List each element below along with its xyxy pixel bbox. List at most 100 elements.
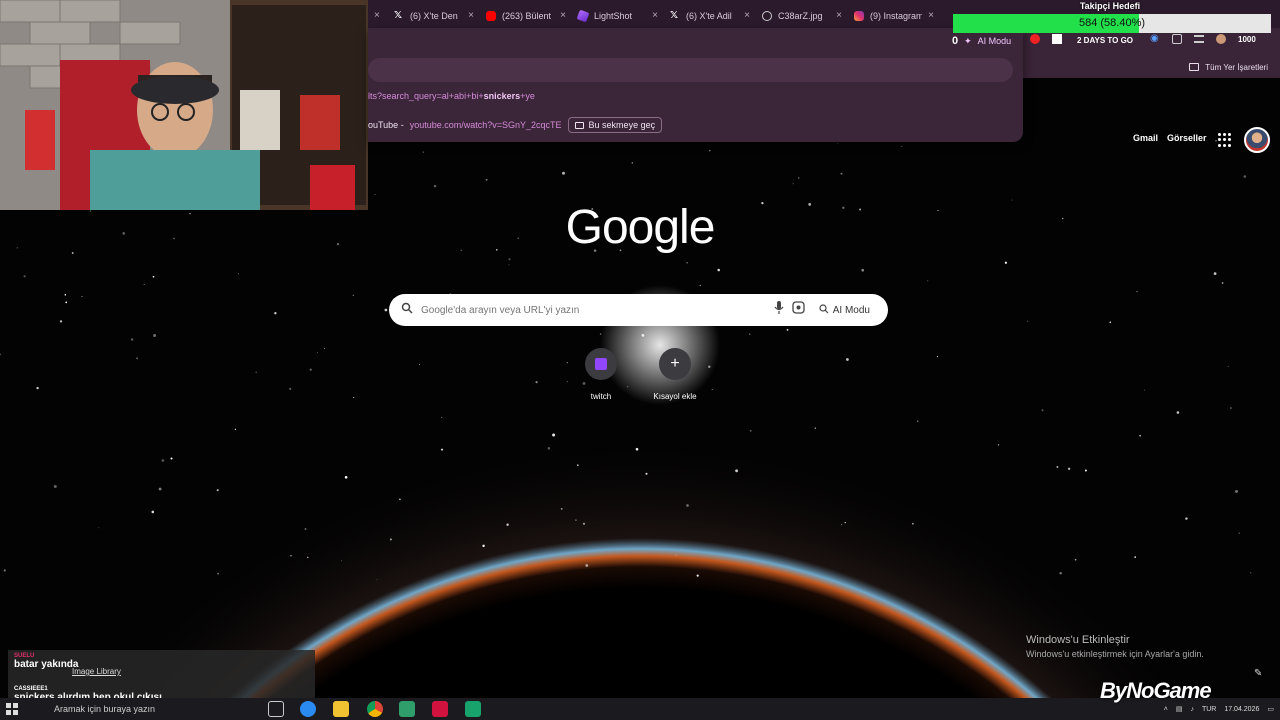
audio-icon[interactable]: ◉ bbox=[1150, 34, 1160, 44]
star bbox=[307, 556, 309, 559]
app-icon-blue[interactable] bbox=[300, 701, 316, 717]
star bbox=[560, 508, 563, 510]
search-input[interactable] bbox=[421, 304, 766, 316]
star bbox=[585, 564, 589, 567]
star bbox=[645, 472, 648, 475]
close-icon[interactable]: × bbox=[652, 10, 658, 21]
webcam-overlay bbox=[0, 0, 368, 210]
star bbox=[1230, 407, 1232, 409]
shortcut-twitch[interactable]: twitch bbox=[566, 348, 636, 401]
profile-avatar-icon[interactable] bbox=[1216, 34, 1226, 44]
volume-icon[interactable]: ♪ bbox=[1190, 706, 1194, 713]
images-link[interactable]: Görseller bbox=[1167, 133, 1207, 143]
star bbox=[582, 522, 586, 525]
omnibox-suggestion-tab[interactable]: ouTube - youtube.com/watch?v=SGnY_2cqcTE… bbox=[368, 116, 663, 134]
instagram-icon bbox=[854, 10, 864, 21]
star bbox=[460, 249, 462, 251]
star bbox=[217, 572, 219, 575]
star bbox=[440, 448, 444, 451]
shortcut-add[interactable]: + Kısayol ekle bbox=[640, 348, 710, 401]
shortcut-circle: + bbox=[659, 348, 691, 380]
star bbox=[1144, 389, 1145, 391]
network-icon[interactable]: ▤ bbox=[1176, 705, 1183, 713]
close-icon[interactable]: × bbox=[744, 10, 750, 21]
omnibox-dropdown: lts?search_query=al+abi+bi+snickers+ye o… bbox=[368, 28, 1023, 142]
star bbox=[846, 358, 849, 361]
star bbox=[699, 284, 701, 286]
shortcut-circle bbox=[585, 348, 617, 380]
account-avatar[interactable] bbox=[1244, 127, 1270, 153]
close-icon[interactable]: × bbox=[836, 10, 842, 21]
star bbox=[53, 485, 57, 488]
search-box[interactable]: AI Modu bbox=[389, 294, 888, 326]
close-icon[interactable]: × bbox=[560, 10, 566, 21]
ai-mode-chip[interactable]: 0 ✦ AI Modu bbox=[952, 35, 1011, 47]
ai-mode-label: AI Modu bbox=[832, 304, 870, 316]
tab-5[interactable]: (9) Instagram × bbox=[848, 4, 940, 28]
taskbar-search[interactable]: Aramak için buraya yazın bbox=[30, 700, 250, 718]
switch-to-tab-button[interactable]: Bu sekmeye geç bbox=[567, 117, 663, 133]
edit-icon[interactable]: ✎ bbox=[1254, 668, 1262, 679]
ai-mode-button[interactable]: AI Modu bbox=[813, 301, 876, 320]
star bbox=[255, 371, 257, 373]
star bbox=[1061, 217, 1064, 220]
microphone-icon[interactable] bbox=[774, 301, 784, 319]
star bbox=[216, 489, 219, 492]
lens-icon[interactable] bbox=[792, 301, 805, 319]
playlist-icon[interactable] bbox=[1194, 35, 1204, 43]
extension-white-icon[interactable] bbox=[1052, 34, 1062, 44]
follower-goal-bar: 584 (58.40%) bbox=[953, 14, 1271, 33]
tab-2[interactable]: LightShot × bbox=[572, 4, 664, 28]
star bbox=[552, 433, 556, 437]
tab-close-first[interactable]: × bbox=[368, 4, 388, 28]
star bbox=[304, 528, 307, 530]
star bbox=[151, 510, 155, 514]
star bbox=[374, 193, 376, 195]
star bbox=[577, 464, 579, 466]
notification-icon[interactable]: ▭ bbox=[1267, 705, 1274, 713]
tab-1[interactable]: (263) Bülent × bbox=[480, 4, 572, 28]
windows-start-icon[interactable] bbox=[6, 703, 18, 715]
star bbox=[749, 429, 752, 432]
extensions-icon[interactable] bbox=[1172, 34, 1182, 44]
days-to-go: 2 DAYS TO GO bbox=[1077, 36, 1134, 45]
close-icon[interactable]: × bbox=[374, 10, 380, 21]
extension-red-icon[interactable] bbox=[1030, 34, 1040, 44]
count-right: 1000 bbox=[1238, 34, 1256, 44]
tab-switch-icon bbox=[574, 121, 584, 129]
star bbox=[482, 544, 485, 548]
clock-date[interactable]: 17.04.2026 bbox=[1224, 706, 1259, 713]
image-library-link[interactable]: Image Library bbox=[72, 667, 121, 676]
star bbox=[1215, 140, 1217, 142]
star bbox=[1074, 558, 1077, 561]
follower-goal-text: 584 (58.40%) bbox=[1078, 17, 1146, 29]
close-icon[interactable]: × bbox=[468, 10, 474, 21]
language-indicator[interactable]: TUR bbox=[1202, 706, 1216, 713]
tab-0[interactable]: 𝕏 (6) X'te Den × bbox=[388, 4, 480, 28]
app-icon-red[interactable] bbox=[432, 701, 448, 717]
close-icon[interactable]: × bbox=[928, 10, 934, 21]
star bbox=[1136, 290, 1138, 293]
star bbox=[130, 338, 134, 341]
omnibox-suggestion-search[interactable]: lts?search_query=al+abi+bi+snickers+ye bbox=[368, 91, 535, 101]
toolbar-icons-right: ◉ 1000 bbox=[1150, 34, 1256, 44]
all-bookmarks-link[interactable]: Tüm Yer İşaretleri bbox=[1205, 63, 1268, 72]
apps-grid-icon[interactable] bbox=[1218, 133, 1232, 147]
tab-4[interactable]: C38arZ.jpg × bbox=[756, 4, 848, 28]
chrome-icon[interactable] bbox=[367, 701, 383, 717]
star bbox=[64, 294, 67, 296]
chevron-up-icon[interactable]: ˄ bbox=[1164, 706, 1168, 713]
star bbox=[749, 333, 751, 335]
app-icon-teal[interactable] bbox=[465, 701, 481, 717]
tab-3[interactable]: 𝕏 (6) X'te Adil × bbox=[664, 4, 756, 28]
omnibox-input[interactable] bbox=[368, 58, 1013, 82]
star bbox=[153, 334, 157, 337]
app-icon-green[interactable] bbox=[399, 701, 415, 717]
task-view-icon[interactable] bbox=[268, 701, 284, 717]
star bbox=[234, 428, 237, 430]
ai-search-icon bbox=[819, 303, 829, 317]
tab-label: (9) Instagram bbox=[870, 10, 923, 21]
file-explorer-icon[interactable] bbox=[333, 701, 349, 717]
star bbox=[344, 475, 348, 479]
gmail-link[interactable]: Gmail bbox=[1133, 133, 1158, 143]
